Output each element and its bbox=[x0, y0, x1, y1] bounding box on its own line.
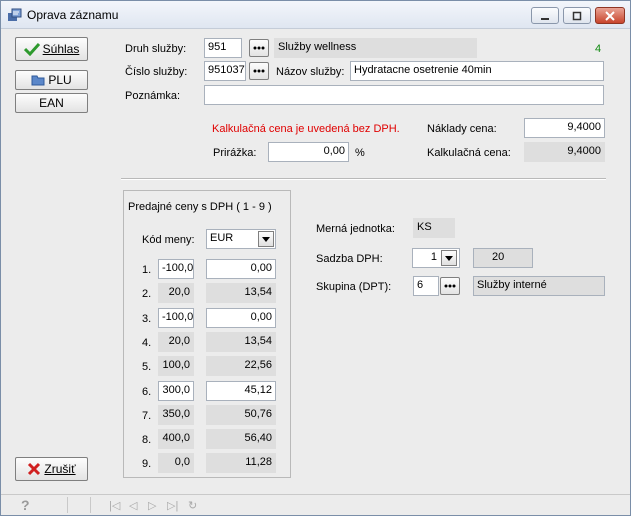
cross-icon bbox=[28, 462, 41, 476]
price-row-price[interactable]: 45,12 bbox=[206, 380, 276, 401]
currency-value: EUR bbox=[210, 232, 234, 244]
price-row-percent[interactable]: 300,0 bbox=[158, 380, 194, 401]
record-count: 4 bbox=[595, 43, 602, 55]
price-row-percent: 0,0 bbox=[158, 453, 194, 474]
note-input[interactable] bbox=[204, 85, 604, 105]
vat-rate-percent: 20 bbox=[473, 248, 533, 268]
price-row-number: 9. bbox=[142, 458, 152, 471]
price-row-number: 1. bbox=[142, 264, 152, 276]
calc-price-value: 9,4000 bbox=[524, 142, 605, 162]
ellipsis-icon bbox=[253, 69, 265, 73]
close-icon bbox=[605, 10, 615, 21]
unit-label: Merná jednotka: bbox=[316, 223, 395, 235]
group-name: Služby interné bbox=[473, 276, 605, 296]
help-icon[interactable]: ? bbox=[19, 497, 33, 513]
group-label: Skupina (DPT): bbox=[316, 281, 392, 293]
separator bbox=[121, 178, 606, 180]
cost-price-label: Náklady cena: bbox=[427, 123, 497, 135]
prev-record-icon[interactable]: ◁ bbox=[129, 499, 137, 512]
close-button[interactable] bbox=[595, 7, 625, 24]
ean-button[interactable]: EAN bbox=[15, 93, 88, 113]
price-row-price[interactable]: 0,00 bbox=[206, 307, 276, 328]
price-row-price[interactable]: 0,00 bbox=[206, 259, 276, 279]
group-browse-button[interactable] bbox=[440, 277, 460, 295]
last-record-icon[interactable]: ▷| bbox=[167, 499, 178, 512]
price-row-percent: 350,0 bbox=[158, 404, 194, 425]
confirm-label: Súhlas bbox=[42, 42, 80, 56]
service-type-name: Služby wellness bbox=[274, 38, 477, 58]
price-row-number: 8. bbox=[142, 434, 152, 447]
ellipsis-icon bbox=[253, 46, 265, 50]
chevron-down-icon bbox=[262, 236, 270, 242]
note-label: Poznámka: bbox=[125, 90, 181, 102]
minimize-button[interactable] bbox=[531, 7, 559, 24]
currency-label: Kód meny: bbox=[142, 234, 195, 246]
service-type-label: Druh služby: bbox=[125, 43, 187, 55]
maximize-button[interactable] bbox=[563, 7, 591, 24]
price-row-price: 56,40 bbox=[206, 429, 276, 450]
form-area: Súhlas PLU EAN Zrušiť Druh služby: 951 S… bbox=[7, 32, 626, 492]
service-number-label: Číslo služby: bbox=[125, 66, 188, 78]
price-row-number: 4. bbox=[142, 336, 152, 349]
svg-text:?: ? bbox=[21, 497, 30, 513]
price-row-percent: 20,0 bbox=[158, 283, 194, 304]
ean-label: EAN bbox=[39, 96, 64, 110]
service-number-browse-button[interactable] bbox=[249, 62, 269, 80]
price-row-percent[interactable]: -100,0 bbox=[158, 307, 194, 328]
price-row-price: 22,56 bbox=[206, 356, 276, 377]
title-bar: Oprava záznamu bbox=[1, 1, 630, 29]
prices-group-title: Predajné ceny s DPH ( 1 - 9 ) bbox=[128, 201, 272, 213]
plu-label: PLU bbox=[48, 73, 72, 87]
price-row-percent: 400,0 bbox=[158, 429, 194, 450]
price-row-percent: 100,0 bbox=[158, 356, 194, 377]
vat-rate-label: Sadzba DPH: bbox=[316, 253, 383, 265]
price-row-price: 11,28 bbox=[206, 453, 276, 474]
folder-icon bbox=[31, 75, 45, 86]
markup-input[interactable]: 0,00 bbox=[268, 142, 349, 162]
price-row-price: 13,54 bbox=[206, 331, 276, 352]
price-row-percent: 20,0 bbox=[158, 331, 194, 352]
edit-record-window: Oprava záznamu Súhlas PLU EAN Zrušiť Dru… bbox=[0, 0, 631, 516]
price-row-number: 2. bbox=[142, 288, 152, 301]
group-input[interactable]: 6 bbox=[413, 276, 439, 296]
status-bar: ? |◁ ◁ ▷ ▷| ↻ bbox=[1, 494, 630, 515]
service-name-label: Názov služby: bbox=[276, 66, 345, 78]
cancel-label: Zrušiť bbox=[44, 462, 76, 476]
price-row-percent[interactable]: -100,0 bbox=[158, 259, 194, 279]
price-row-number: 6. bbox=[142, 385, 152, 398]
service-number-input[interactable]: 951037 bbox=[204, 61, 246, 81]
price-row-number: 5. bbox=[142, 361, 152, 374]
app-icon bbox=[8, 8, 22, 21]
minimize-icon bbox=[541, 17, 549, 20]
service-type-input[interactable]: 951 bbox=[204, 38, 242, 58]
currency-dropdown-button[interactable] bbox=[258, 231, 274, 247]
ellipsis-icon bbox=[444, 284, 456, 288]
price-row-price: 13,54 bbox=[206, 283, 276, 304]
price-row-price: 50,76 bbox=[206, 404, 276, 425]
vat-rate-dropdown-button[interactable] bbox=[441, 250, 457, 266]
checkmark-icon bbox=[23, 42, 40, 56]
calc-price-label: Kalkulačná cena: bbox=[427, 147, 511, 159]
window-title: Oprava záznamu bbox=[27, 8, 119, 22]
service-name-input[interactable]: Hydratacne osetrenie 40min bbox=[350, 61, 604, 81]
price-row-number: 3. bbox=[142, 312, 152, 325]
cancel-button[interactable]: Zrušiť bbox=[15, 457, 88, 481]
prices-group: Predajné ceny s DPH ( 1 - 9 ) Kód meny: … bbox=[123, 190, 291, 478]
plu-button[interactable]: PLU bbox=[15, 70, 88, 90]
markup-label: Prirážka: bbox=[213, 147, 257, 159]
refresh-icon[interactable]: ↻ bbox=[188, 499, 197, 512]
unit-value: KS bbox=[413, 218, 455, 238]
markup-unit: % bbox=[355, 147, 365, 159]
chevron-down-icon bbox=[445, 255, 453, 261]
confirm-button[interactable]: Súhlas bbox=[15, 37, 88, 61]
price-row-number: 7. bbox=[142, 409, 152, 422]
next-record-icon[interactable]: ▷ bbox=[148, 499, 156, 512]
vat-warning: Kalkulačná cena je uvedená bez DPH. bbox=[212, 123, 400, 135]
first-record-icon[interactable]: |◁ bbox=[109, 499, 120, 512]
maximize-icon bbox=[572, 11, 582, 20]
service-type-browse-button[interactable] bbox=[249, 39, 269, 57]
status-panel bbox=[67, 497, 91, 513]
cost-price-input[interactable]: 9,4000 bbox=[524, 118, 605, 138]
